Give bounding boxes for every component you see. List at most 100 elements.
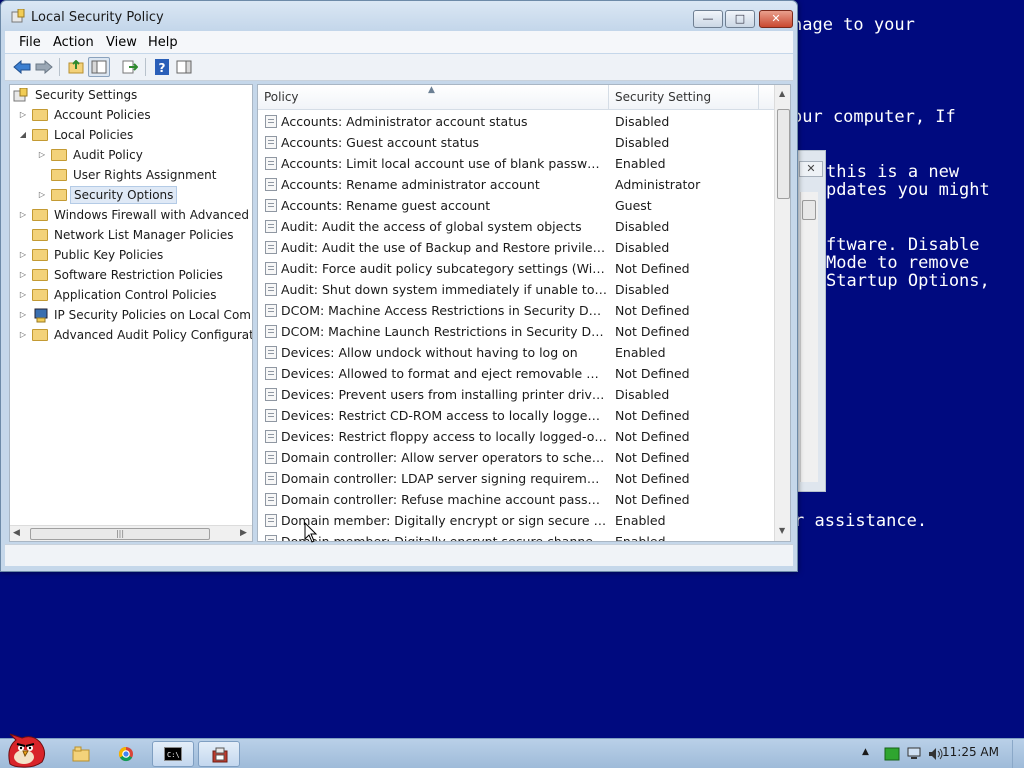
forward-arrow-icon[interactable] [33,57,55,77]
policy-row[interactable]: Audit: Shut down system immediately if u… [258,279,774,300]
menu-file[interactable]: File [19,35,41,50]
policy-row[interactable]: DCOM: Machine Access Restrictions in Sec… [258,300,774,321]
minimize-button[interactable]: — [693,10,723,28]
start-button-icon[interactable] [4,730,48,768]
expand-arrow-icon[interactable]: ▷ [18,325,28,345]
back-arrow-icon[interactable] [11,57,33,77]
column-divider[interactable] [608,85,609,109]
expand-arrow-icon[interactable]: ▷ [18,245,28,265]
policy-name: Accounts: Rename administrator account [281,177,540,192]
scroll-right-icon[interactable]: ▶ [240,528,247,538]
policy-setting: Not Defined [615,429,690,444]
policy-name: Accounts: Limit local account use of bla… [281,156,607,171]
taskbar-clock[interactable]: 11:25 AM [942,745,999,759]
show-hidden-icons[interactable]: ▲ [862,747,869,757]
policy-row[interactable]: Accounts: Administrator account status Di… [258,111,774,132]
menu-view[interactable]: View [106,35,137,50]
bsod-text-line: r assistance. [794,511,928,531]
expand-arrow-icon[interactable]: ▷ [37,145,47,165]
policy-row[interactable]: Devices: Allowed to format and eject rem… [258,363,774,384]
policy-row[interactable]: Audit: Force audit policy subcategory se… [258,258,774,279]
network-icon[interactable] [907,747,923,761]
policy-row[interactable]: Accounts: Rename administrator account Ad… [258,174,774,195]
expand-arrow-icon[interactable]: ▷ [18,285,28,305]
policy-name: Devices: Prevent users from installing p… [281,387,607,402]
scroll-down-icon[interactable]: ▼ [779,526,785,535]
policy-document-icon [265,325,277,338]
column-header-policy[interactable]: Policy [264,90,299,104]
up-folder-icon[interactable] [65,57,87,77]
policy-row[interactable]: DCOM: Machine Launch Restrictions in Sec… [258,321,774,342]
taskbar-security-policy-button[interactable] [198,741,240,767]
policy-row[interactable]: Devices: Restrict floppy access to local… [258,426,774,447]
policy-setting: Disabled [615,240,670,255]
taskbar-chrome-button[interactable] [106,741,148,767]
policy-row[interactable]: Domain member: Digitally encrypt or sign… [258,510,774,531]
taskbar-explorer-button[interactable] [60,741,102,767]
expand-arrow-icon[interactable]: ▷ [18,105,28,125]
properties-pane-icon[interactable] [173,57,195,77]
folder-icon [51,149,67,161]
list-vertical-scrollbar[interactable]: ▲ ▼ [774,85,790,541]
policy-row[interactable]: Devices: Prevent users from installing p… [258,384,774,405]
policy-row[interactable]: Domain member: Digitally encrypt secure … [258,531,774,542]
local-security-policy-window: Local Security Policy — □ ✕ File Action … [0,0,798,572]
menu-help[interactable]: Help [148,35,178,50]
bsod-text-line: Startup Options, [826,271,990,291]
policy-list-pane[interactable]: ▲ Policy Security Setting Accounts: Admi… [257,84,791,542]
policy-row[interactable]: Domain controller: LDAP server signing r… [258,468,774,489]
maximize-icon: □ [734,12,746,25]
policy-row[interactable]: Audit: Audit the access of global system… [258,216,774,237]
expand-arrow-icon[interactable]: ▷ [37,185,47,205]
policy-row[interactable]: Accounts: Limit local account use of bla… [258,153,774,174]
expand-arrow-icon[interactable]: ▷ [18,265,28,285]
folder-icon [51,169,67,181]
policy-setting: Administrator [615,177,701,192]
tree-pane[interactable]: Security Settings ▷ Account Policies ◢ L… [9,84,253,542]
policy-document-icon [265,241,277,254]
maximize-button[interactable]: □ [725,10,755,28]
tree-item-label: Network List Manager Policies [54,228,234,242]
policy-row[interactable]: Accounts: Rename guest account Guest [258,195,774,216]
tree-item-label: Software Restriction Policies [54,268,223,282]
scroll-up-icon[interactable]: ▲ [779,89,785,98]
policy-row[interactable]: Domain controller: Allow server operator… [258,447,774,468]
title-bar[interactable]: Local Security Policy — □ ✕ [1,1,797,31]
expand-arrow-icon[interactable]: ▷ [18,205,28,225]
action-center-icon[interactable] [884,747,900,761]
background-dialog-scroll-thumb[interactable] [802,200,816,220]
list-scroll-thumb[interactable] [777,109,790,199]
policy-name: Devices: Restrict CD-ROM access to local… [281,408,607,423]
policy-name: DCOM: Machine Launch Restrictions in Sec… [281,324,607,339]
policy-name: Accounts: Rename guest account [281,198,491,213]
help-icon[interactable]: ? [151,57,173,77]
policy-row[interactable]: Devices: Restrict CD-ROM access to local… [258,405,774,426]
folder-icon [32,329,48,341]
column-divider[interactable] [758,85,759,109]
tree-horizontal-scrollbar[interactable]: ◀ ||| ▶ [10,525,252,541]
menu-bar: File Action View Help [5,31,793,53]
policy-row[interactable]: Devices: Allow undock without having to … [258,342,774,363]
policy-name: Audit: Audit the access of global system… [281,219,582,234]
tree-item-label: Advanced Audit Policy Configuration [54,328,253,342]
policy-row[interactable]: Domain controller: Refuse machine accoun… [258,489,774,510]
tree-scroll-thumb[interactable]: ||| [30,528,210,540]
close-button[interactable]: ✕ [759,10,793,28]
policy-name: Domain member: Digitally encrypt secure … [281,534,607,542]
background-dialog-close-icon[interactable]: ✕ [799,161,823,177]
policy-row[interactable]: Accounts: Guest account status Disabled [258,132,774,153]
column-header-security-setting[interactable]: Security Setting [615,90,711,104]
collapse-arrow-icon[interactable]: ◢ [18,125,28,145]
scroll-left-icon[interactable]: ◀ [13,528,20,538]
tree-item-label: Security Options [70,186,178,204]
menu-action[interactable]: Action [53,35,94,50]
policy-row[interactable]: Audit: Audit the use of Backup and Resto… [258,237,774,258]
show-hide-tree-icon[interactable] [88,57,110,77]
export-list-icon[interactable] [119,57,141,77]
background-dialog-scrollbar[interactable] [800,192,818,482]
status-bar [5,544,793,566]
expand-arrow-icon[interactable]: ▷ [18,305,28,325]
taskbar-cmd-button[interactable]: C:\ [152,741,194,767]
show-desktop-button[interactable] [1012,740,1024,768]
toolbar-separator [145,58,146,76]
